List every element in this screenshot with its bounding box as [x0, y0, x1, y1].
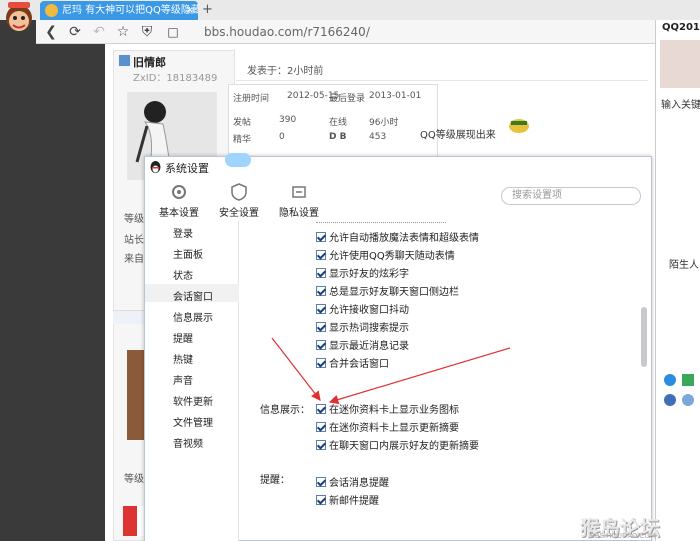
annotation-arrows [271, 337, 511, 405]
red-arrow-right [328, 347, 511, 405]
red-arrow-left [271, 337, 321, 401]
watermark-url: BBS.HOUDAO.COM [590, 532, 656, 540]
